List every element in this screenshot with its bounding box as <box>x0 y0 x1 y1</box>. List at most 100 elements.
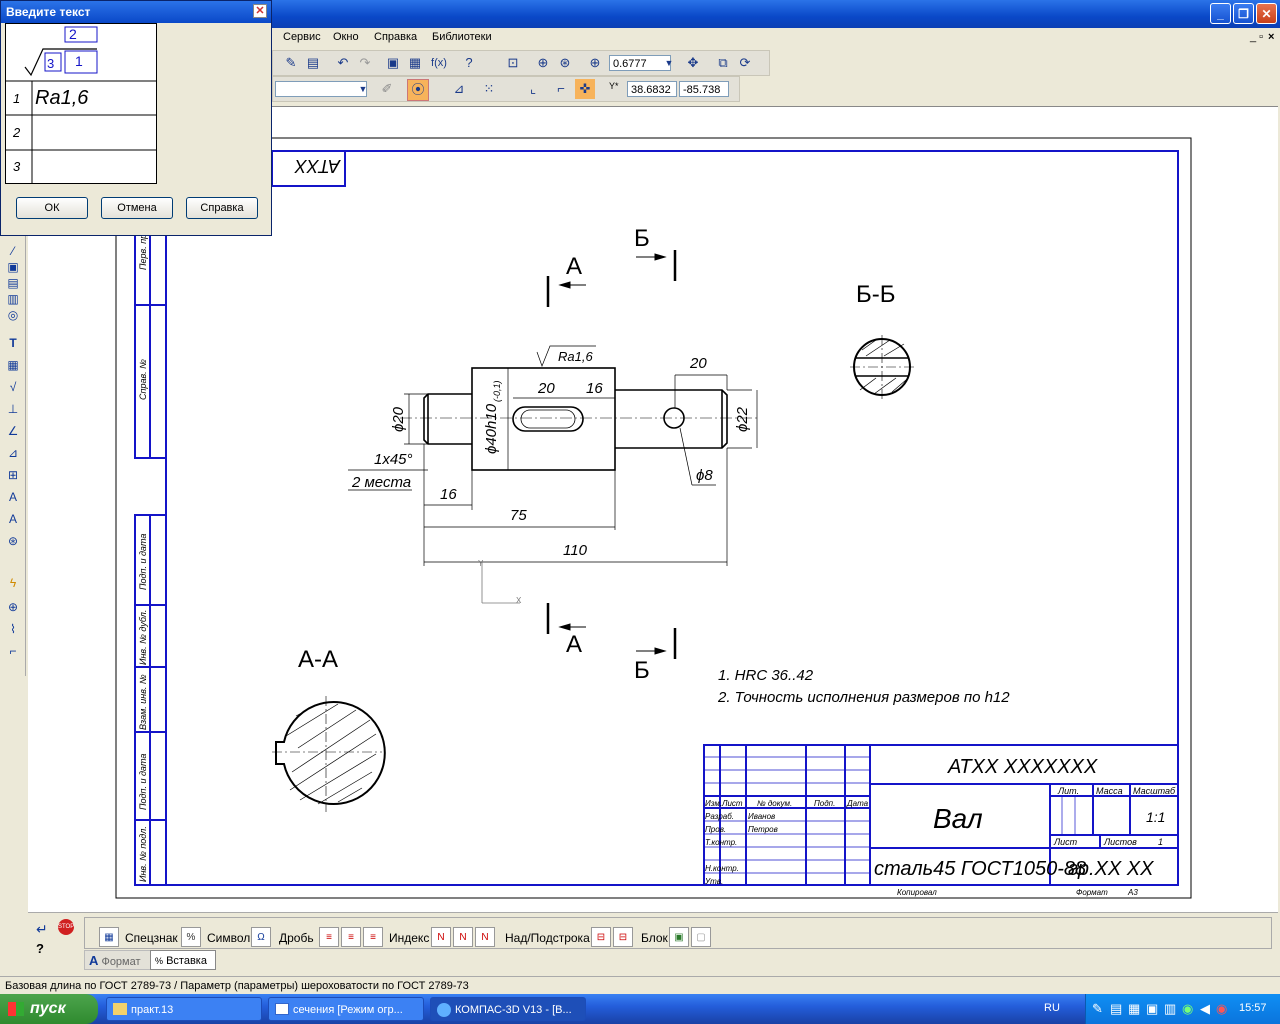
axis-y-label: Y <box>478 559 484 568</box>
tab-insert[interactable]: % Вставка <box>150 950 216 970</box>
symbol-button[interactable]: Символ <box>207 931 250 945</box>
table-icon[interactable]: ▦ <box>4 356 22 374</box>
index-small-icon[interactable]: N <box>431 927 451 947</box>
over-under-button[interactable]: Над/Подстрока <box>505 931 590 945</box>
tray-icon[interactable]: ▥ <box>1164 1001 1176 1017</box>
strip-label: Взам. инв. № <box>138 674 148 730</box>
roughness-icon[interactable]: √ <box>4 378 22 396</box>
strip-label: Подп. и дата <box>138 534 148 590</box>
view-arrow-icon[interactable]: A <box>4 510 22 528</box>
note-1: 1. HRC 36..42 <box>718 667 814 684</box>
taskbar-item-label: практ.13 <box>131 1004 174 1016</box>
dim-20-top: 20 <box>689 355 707 372</box>
tray-icon[interactable]: ▤ <box>1110 1001 1122 1017</box>
lightning-icon[interactable]: ϟ <box>4 574 22 592</box>
center-mark-icon[interactable]: ⊕ <box>4 598 22 616</box>
tb-role: Пров. <box>705 825 726 834</box>
stop-icon[interactable]: STOP <box>58 919 74 935</box>
fraction-large-icon[interactable]: ≡ <box>363 927 383 947</box>
section-bb-title: Б-Б <box>856 281 896 308</box>
block-button[interactable]: Блок <box>641 931 668 945</box>
index-button[interactable]: Индекс <box>389 931 429 945</box>
over-icon[interactable]: ⊟ <box>591 927 611 947</box>
format-icon: A <box>89 953 99 968</box>
wave-line-icon[interactable]: ⌇ <box>4 620 22 638</box>
fraction-button[interactable]: Дробь <box>279 931 314 945</box>
stamp-code: АТХХ <box>294 156 341 176</box>
language-indicator[interactable]: RU <box>1044 1002 1060 1014</box>
corner-icon[interactable]: ⌐ <box>4 642 22 660</box>
omega-icon[interactable]: Ω <box>251 927 271 947</box>
tray-icon[interactable]: ▦ <box>1128 1001 1140 1017</box>
kompas-icon <box>437 1003 451 1017</box>
tb-role: Т.контр. <box>705 838 737 847</box>
start-button[interactable]: пуск <box>0 994 98 1024</box>
spec-sign-button[interactable]: Спецзнак <box>125 931 178 945</box>
tolerance-icon[interactable]: ⊿ <box>4 444 22 462</box>
row-text-input[interactable]: Ra1,6 <box>35 87 88 110</box>
row-number: 2 <box>13 125 21 140</box>
index-large-icon[interactable]: N <box>475 927 495 947</box>
fraction-medium-icon[interactable]: ≡ <box>341 927 361 947</box>
help-button[interactable]: Справка <box>186 197 258 219</box>
under-icon[interactable]: ⊟ <box>613 927 633 947</box>
volume-icon[interactable]: ◀ <box>1200 1001 1210 1017</box>
text-icon[interactable]: T <box>4 334 22 352</box>
index-medium-icon[interactable]: N <box>453 927 473 947</box>
system-tray: ✎ ▤ ▦ ▣ ▥ ◉ ◀ ◉ 15:57 <box>1085 994 1280 1024</box>
tb-copied: Копировал <box>897 888 937 897</box>
tb-col-scale: Масштаб <box>1133 786 1176 796</box>
enter-icon[interactable]: ↵ <box>36 921 48 938</box>
dialog-close-button[interactable]: ✕ <box>253 4 267 18</box>
tray-icon[interactable]: ◉ <box>1216 1001 1227 1017</box>
cancel-button[interactable]: Отмена <box>101 197 173 219</box>
dim-phi40-tol: (-0,1) <box>492 380 502 402</box>
document-icon <box>275 1003 289 1015</box>
base-icon[interactable]: ⊥ <box>4 400 22 418</box>
status-bar: Базовая длина по ГОСТ 2789-73 / Параметр… <box>0 976 1280 994</box>
spec-sign-icon[interactable]: ▦ <box>99 927 119 947</box>
roughness-label: Ra1,6 <box>558 349 593 364</box>
insert-tab-panel: ▦ Спецзнак % Символ Ω Дробь ≡ ≡ ≡ Индекс… <box>84 917 1272 949</box>
tb-header: Изм. <box>705 799 722 808</box>
tb-group: гр.ХХ ХХ <box>1068 858 1154 880</box>
section-b-bottom: Б <box>634 657 650 684</box>
taskbar-item-active[interactable]: КОМПАС-3D V13 - [В... <box>430 997 586 1021</box>
dim-phi8: ϕ8 <box>696 467 713 484</box>
tb-header: Подп. <box>814 799 835 808</box>
tray-icon[interactable]: ✎ <box>1092 1001 1103 1017</box>
help-icon[interactable]: ? <box>36 941 44 956</box>
position-icon[interactable]: ⊞ <box>4 466 22 484</box>
tb-role: Разраб. <box>705 812 734 821</box>
fraction-sign-icon[interactable]: % <box>181 927 201 947</box>
tb-col-lit: Лит. <box>1057 786 1079 796</box>
taskbar: пуск практ.13 сечения [Режим огр... КОМП… <box>0 994 1280 1024</box>
section-b-top: Б <box>634 225 650 252</box>
cut-line-icon[interactable]: ⊛ <box>4 532 22 550</box>
strip-label: Инв. № дубл. <box>138 610 148 665</box>
tb-header: Лист <box>721 799 743 808</box>
rough-top-value[interactable]: 2 <box>69 26 77 42</box>
dim-16: 16 <box>440 486 457 503</box>
ok-button[interactable]: ОК <box>16 197 88 219</box>
parametrize-icon[interactable]: ◎ <box>4 306 22 324</box>
block-insert-icon[interactable]: ▣ <box>669 927 689 947</box>
block-edit-icon[interactable]: ▢ <box>691 927 711 947</box>
tray-icon[interactable]: ▣ <box>1146 1001 1158 1017</box>
dim-20-key: 20 <box>537 380 555 397</box>
tb-name: Петров <box>748 825 778 834</box>
leader-icon[interactable]: ∠ <box>4 422 22 440</box>
rough-left-value[interactable]: 3 <box>47 56 54 71</box>
taskbar-item[interactable]: практ.13 <box>106 997 262 1021</box>
strip-label: Справ. № <box>138 359 148 400</box>
tb-format-value: А3 <box>1127 888 1138 897</box>
tab-format[interactable]: A Формат <box>84 950 152 970</box>
tray-icon[interactable]: ◉ <box>1182 1001 1193 1017</box>
row-number: 1 <box>13 91 21 106</box>
tb-designation: АТХХ ХХХХХХХ <box>947 756 1098 778</box>
taskbar-item[interactable]: сечения [Режим огр... <box>268 997 424 1021</box>
fraction-small-icon[interactable]: ≡ <box>319 927 339 947</box>
rough-right-value[interactable]: 1 <box>75 53 83 69</box>
axis-label-icon[interactable]: A <box>4 488 22 506</box>
folder-icon <box>113 1003 127 1015</box>
